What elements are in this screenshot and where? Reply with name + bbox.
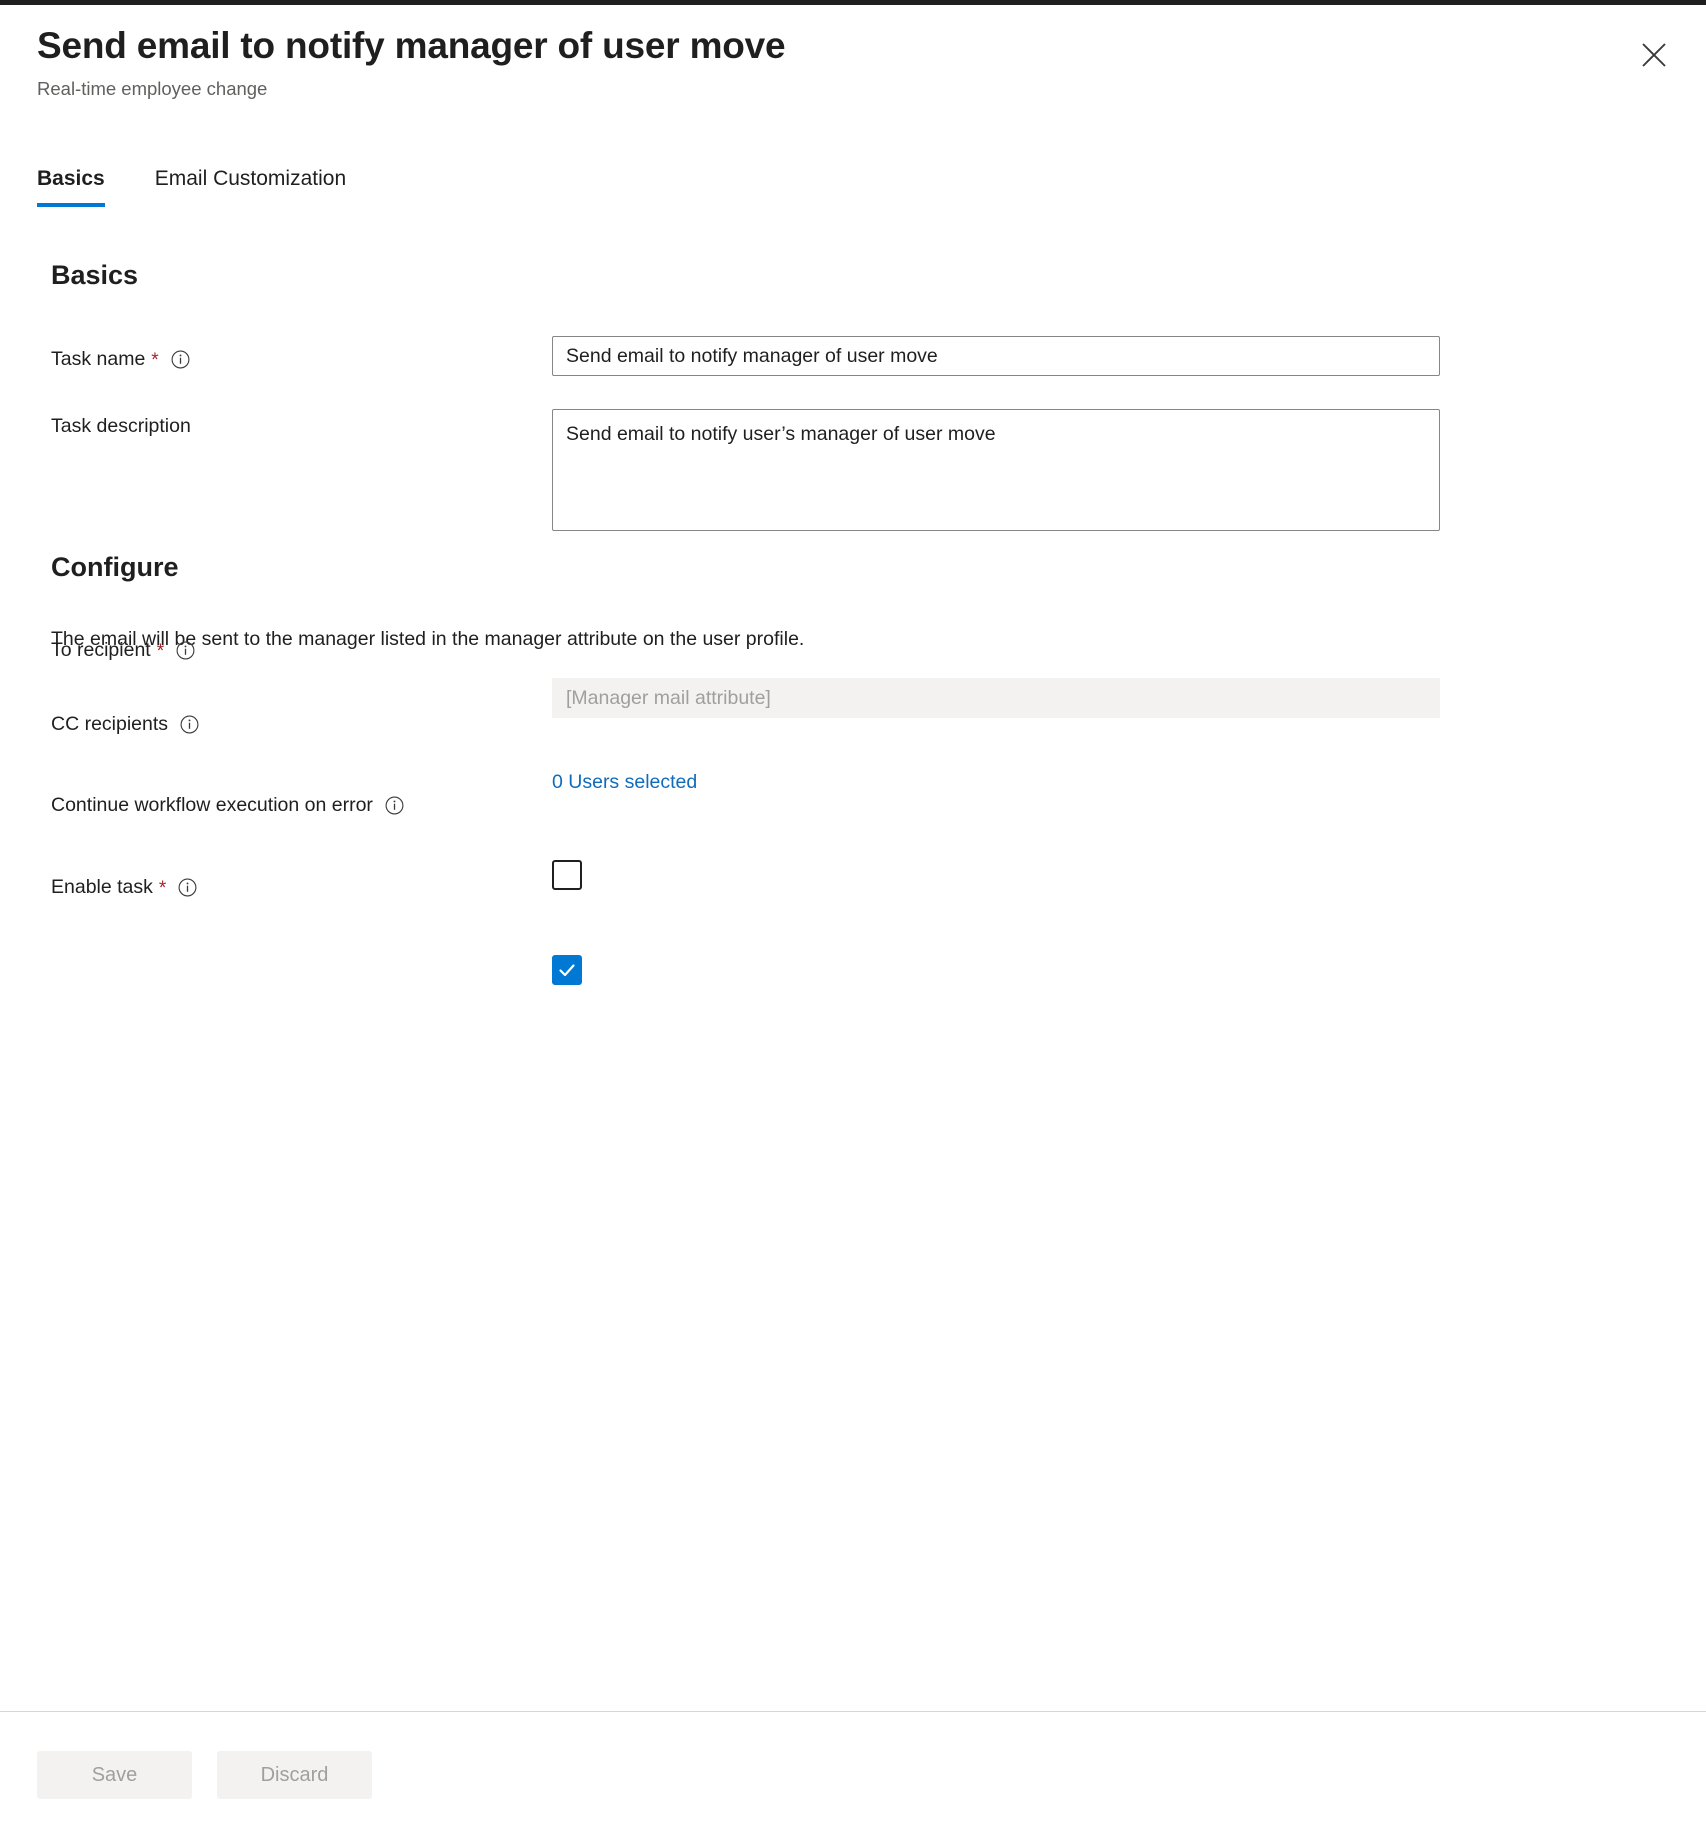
page-title: Send email to notify manager of user mov… [37,23,1637,69]
task-description-textarea[interactable] [552,409,1440,531]
to-recipient-field: [Manager mail attribute] [552,678,1440,718]
continue-on-error-label-text: Continue workflow execution on error [51,791,373,819]
tab-email-customization[interactable]: Email Customization [155,165,346,207]
continue-on-error-label: Continue workflow execution on error [51,791,404,819]
page-subtitle: Real-time employee change [37,76,1637,102]
enable-task-label-text: Enable task [51,873,153,901]
enable-task-required-marker: * [159,879,166,898]
task-name-required-marker: * [151,351,158,370]
to-recipient-label-text: To recipient [51,636,151,664]
panel-header: Send email to notify manager of user mov… [37,23,1637,102]
continue-on-error-checkbox[interactable] [552,860,582,890]
enable-task-label: Enable task * [51,873,197,901]
task-name-label: Task name * [51,345,190,373]
task-description-label: Task description [51,412,191,440]
info-icon[interactable] [385,796,404,815]
cc-recipients-label: CC recipients [51,710,199,738]
section-heading-basics: Basics [51,258,138,292]
cc-recipients-label-text: CC recipients [51,710,168,738]
section-heading-configure: Configure [51,550,179,584]
checkmark-icon [557,960,577,980]
tab-basics[interactable]: Basics [37,165,105,207]
save-button[interactable]: Save [37,1751,192,1799]
close-icon [1641,42,1667,68]
discard-button[interactable]: Discard [217,1751,372,1799]
task-detail-panel: Send email to notify manager of user mov… [0,5,1706,1834]
footer-divider [0,1711,1706,1712]
close-button[interactable] [1632,33,1676,77]
to-recipient-value: [Manager mail attribute] [566,687,771,710]
info-icon[interactable] [176,641,195,660]
to-recipient-label: To recipient * [51,636,195,664]
enable-task-checkbox[interactable] [552,955,582,985]
info-icon[interactable] [180,715,199,734]
footer-actions: Save Discard [37,1751,372,1799]
tab-list: Basics Email Customization [37,165,396,207]
cc-recipients-link[interactable]: 0 Users selected [552,768,697,796]
task-description-label-text: Task description [51,412,191,440]
task-name-label-text: Task name [51,345,145,373]
task-name-input[interactable] [552,336,1440,376]
info-icon[interactable] [171,350,190,369]
info-icon[interactable] [178,878,197,897]
to-recipient-required-marker: * [157,642,164,661]
